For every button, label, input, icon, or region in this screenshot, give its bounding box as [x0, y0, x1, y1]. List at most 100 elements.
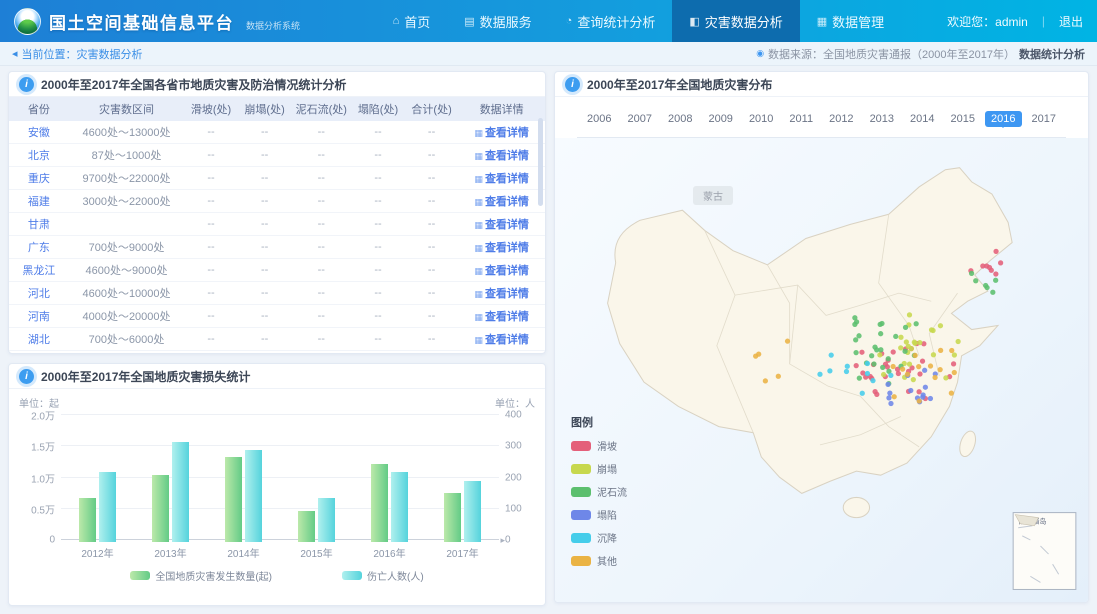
scatter-point-其他: [756, 351, 761, 356]
detail-icon: ▦: [474, 151, 483, 161]
province-stats-panel: i 2000年至2017年全国各省市地质灾害及防治情况统计分析 省份灾害数区间滑…: [8, 71, 546, 354]
year-button-2009[interactable]: 2009: [702, 111, 738, 127]
province-link[interactable]: 河北: [9, 282, 69, 305]
scatter-point-沉降: [817, 372, 822, 377]
bar-chart[interactable]: 单位：起 单位：人 2.0万1.5万1.0万0.5万0 ▸ 4003002001…: [9, 389, 545, 605]
view-detail-link[interactable]: ▦查看详情: [458, 305, 545, 328]
value-cell: --: [291, 328, 351, 351]
province-link[interactable]: 北京: [9, 144, 69, 167]
scatter-point-崩塌: [898, 345, 903, 350]
map-legend-item-滑坡[interactable]: 滑坡: [571, 438, 627, 453]
china-map[interactable]: 南海诸岛 蒙古 图例 滑坡崩塌泥石流塌陷沉降其他: [555, 138, 1088, 602]
bar-group: [280, 414, 353, 542]
view-detail-link[interactable]: ▦查看详情: [458, 236, 545, 259]
scatter-point-塌陷: [888, 401, 893, 406]
map-legend-item-崩塌[interactable]: 崩塌: [571, 461, 627, 476]
x-axis-labels: 2012年2013年2014年2015年2016年2017年: [61, 542, 499, 560]
y-tick-label: 300: [505, 441, 522, 452]
province-link[interactable]: 广东: [9, 236, 69, 259]
table-header-row: 省份灾害数区间滑坡(处)崩塌(处)泥石流(处)塌陷(处)合计(处)数据详情: [9, 97, 545, 121]
nav-tab-数据服务[interactable]: ▤数据服务: [447, 0, 548, 42]
view-detail-link[interactable]: ▦查看详情: [458, 167, 545, 190]
scatter-point-泥石流: [983, 283, 988, 288]
scatter-point-滑坡: [859, 350, 864, 355]
year-button-2007[interactable]: 2007: [621, 111, 657, 127]
year-button-2010[interactable]: 2010: [743, 111, 779, 127]
map-legend-item-沉降[interactable]: 沉降: [571, 530, 627, 545]
view-detail-link[interactable]: ▦查看详情: [458, 259, 545, 282]
nav-tab-label: 查询统计分析: [577, 12, 655, 31]
value-cell: --: [291, 121, 351, 144]
year-timeline: 20062007 20082009 201020112012 20132014 2015…: [555, 97, 1088, 129]
value-cell: --: [184, 190, 238, 213]
table-row: 河北4600处～10000处----------▦查看详情: [9, 282, 545, 305]
view-detail-link[interactable]: ▦查看详情: [458, 282, 545, 305]
scatter-point-沉降: [865, 371, 870, 376]
province-link[interactable]: 安徽: [9, 121, 69, 144]
legend-label: 滑坡: [597, 438, 617, 453]
year-button-2017[interactable]: 2017: [1026, 111, 1062, 127]
value-cell: --: [291, 259, 351, 282]
value-cell: --: [405, 305, 459, 328]
value-cell: --: [238, 328, 292, 351]
chart-legend: 全国地质灾害发生数量(起) 伤亡人数(人): [17, 560, 537, 587]
value-cell: --: [351, 236, 405, 259]
scatter-point-塌陷: [923, 385, 928, 390]
view-detail-link[interactable]: ▦查看详情: [458, 144, 545, 167]
bar-group: [61, 414, 134, 542]
scatter-point-沉降: [888, 373, 893, 378]
range-cell: 4000处～20000处: [69, 305, 184, 328]
scatter-point-其他: [900, 366, 905, 371]
view-detail-link[interactable]: ▦查看详情: [458, 190, 545, 213]
table-row: 甘肃----------▦查看详情: [9, 213, 545, 236]
map-legend-item-其他[interactable]: 其他: [571, 553, 627, 568]
province-link[interactable]: 湖北: [9, 328, 69, 351]
value-cell: --: [184, 282, 238, 305]
nav-tab-数据管理[interactable]: ▦数据管理: [800, 0, 901, 42]
table-row: 河南4000处～20000处----------▦查看详情: [9, 305, 545, 328]
table-scrollbar[interactable]: [538, 118, 543, 206]
view-detail-link[interactable]: ▦查看详情: [458, 351, 545, 355]
scatter-point-沉降: [829, 353, 834, 358]
value-cell: --: [238, 121, 292, 144]
map-legend-item-泥石流[interactable]: 泥石流: [571, 484, 627, 499]
legend-item[interactable]: 全国地质灾害发生数量(起): [130, 568, 272, 583]
map-legend-item-塌陷[interactable]: 塌陷: [571, 507, 627, 522]
scatter-point-泥石流: [973, 278, 978, 283]
province-link[interactable]: 福建: [9, 190, 69, 213]
logo-globe-icon: [14, 8, 41, 35]
view-detail-link[interactable]: ▦查看详情: [458, 121, 545, 144]
province-link[interactable]: 河南: [9, 305, 69, 328]
province-link[interactable]: 重庆: [9, 167, 69, 190]
legend-item[interactable]: 伤亡人数(人): [342, 568, 424, 583]
nav-tab-查询统计分析[interactable]: ◔查询统计分析: [549, 0, 673, 42]
range-cell: 4600处～13000处: [69, 121, 184, 144]
scatter-point-滑坡: [896, 371, 901, 376]
scatter-point-泥石流: [914, 321, 919, 326]
year-button-2015[interactable]: 2015: [945, 111, 981, 127]
year-button-2006[interactable]: 2006: [581, 111, 617, 127]
nav-tab-label: 灾害数据分析: [705, 12, 783, 31]
logout-button[interactable]: 退出: [1059, 13, 1083, 30]
nav-tab-首页[interactable]: ⌂首页: [376, 0, 448, 42]
scatter-point-其他: [890, 364, 895, 369]
scatter-point-滑坡: [951, 361, 956, 366]
year-button-2013[interactable]: 2013: [864, 111, 900, 127]
year-button-2016[interactable]: 2016: [985, 111, 1021, 127]
nav-tab-灾害数据分析[interactable]: ◧灾害数据分析: [672, 0, 799, 42]
year-button-2008[interactable]: 2008: [662, 111, 698, 127]
year-button-2012[interactable]: 2012: [823, 111, 859, 127]
value-cell: --: [238, 259, 292, 282]
year-button-2014[interactable]: 2014: [904, 111, 940, 127]
province-link[interactable]: 湖南: [9, 351, 69, 355]
view-detail-link[interactable]: ▦查看详情: [458, 213, 545, 236]
scatter-point-泥石流: [886, 356, 891, 361]
view-detail-link[interactable]: ▦查看详情: [458, 328, 545, 351]
year-button-2011[interactable]: 2011: [783, 111, 819, 127]
province-link[interactable]: 甘肃: [9, 213, 69, 236]
value-cell: --: [405, 167, 459, 190]
province-link[interactable]: 黑龙江: [9, 259, 69, 282]
y-tick-label: 1.0万: [31, 470, 55, 485]
y-tick-label: 400: [505, 410, 522, 421]
detail-icon: ▦: [474, 128, 483, 138]
